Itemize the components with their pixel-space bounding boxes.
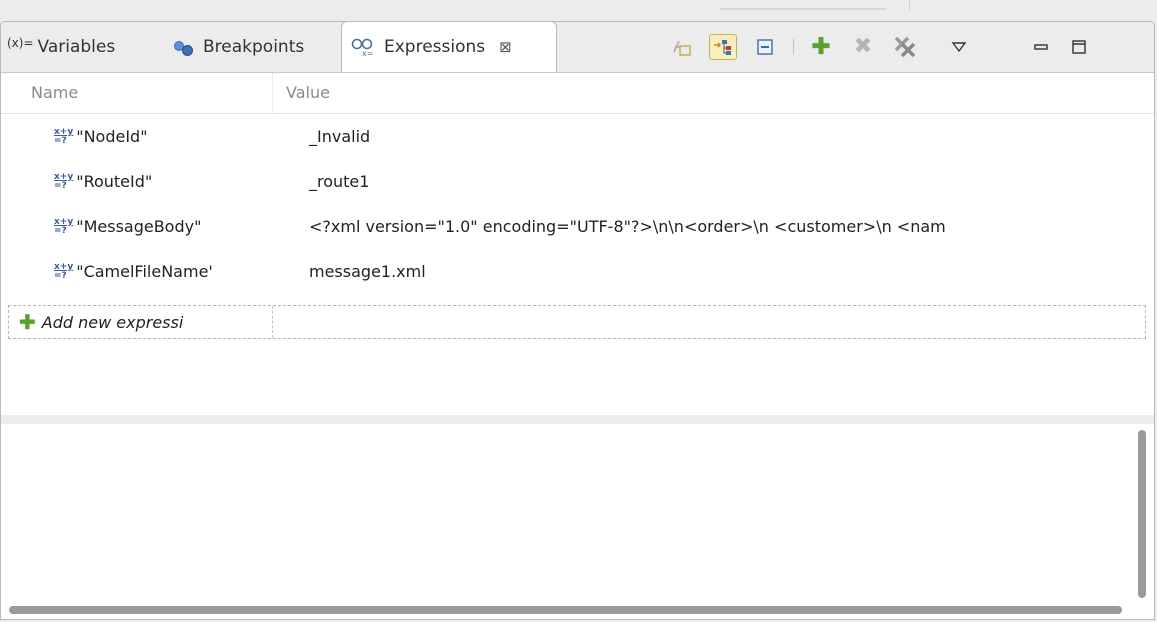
add-row-divider: [272, 306, 274, 338]
horizontal-scrollbar[interactable]: [9, 606, 1122, 614]
plus-icon: ✚: [811, 33, 831, 60]
expression-row[interactable]: x+y =? "NodeId" _Invalid: [1, 114, 1154, 159]
expressions-icon: x=: [351, 38, 373, 57]
expression-value: _Invalid: [309, 127, 371, 146]
add-new-expression-row[interactable]: ✚ Add new expressi: [8, 305, 1146, 339]
minimize-button[interactable]: [1027, 34, 1055, 60]
show-logical-structure-button[interactable]: [709, 34, 737, 60]
breakpoints-icon: [171, 39, 197, 56]
logical-structure-icon: [714, 40, 731, 55]
column-header-name[interactable]: Name: [31, 73, 78, 113]
maximize-button[interactable]: [1065, 34, 1093, 60]
svg-text:x=: x=: [362, 49, 373, 57]
remove-all-button[interactable]: [891, 34, 919, 60]
expression-row[interactable]: x+y =? "MessageBody" <?xml version="1.0" …: [1, 204, 1154, 249]
view-menu-button[interactable]: [945, 34, 973, 60]
type-names-icon: [673, 40, 691, 56]
expression-name: "NodeId": [76, 127, 148, 146]
watch-expression-icon: x+y =?: [54, 261, 74, 281]
column-header: Name Value: [1, 73, 1154, 114]
tab-expressions-label: Expressions: [384, 37, 486, 57]
collapse-all-button[interactable]: [751, 34, 779, 60]
add-new-expression-label: Add new expressi: [41, 312, 184, 332]
remove-all-icon: [894, 36, 916, 58]
column-header-value[interactable]: Value: [286, 73, 330, 113]
watch-expression-icon: x+y =?: [54, 216, 74, 236]
expression-value: _route1: [309, 172, 370, 191]
tab-breakpoints-label: Breakpoints: [203, 37, 305, 57]
watch-expression-icon: x+y =?: [54, 171, 74, 191]
expression-name: "CamelFileName': [76, 262, 213, 281]
tab-bar: (x)= Variables Breakpoints x= Expression…: [1, 22, 1154, 73]
tab-breakpoints[interactable]: Breakpoints: [171, 22, 304, 72]
expression-name: "MessageBody": [76, 217, 202, 236]
expression-list: x+y =? "NodeId" _Invalid x+y =? "RouteId" …: [1, 114, 1154, 294]
column-divider[interactable]: [272, 73, 273, 113]
show-type-names-button[interactable]: [667, 34, 695, 60]
detail-pane[interactable]: [1, 424, 1154, 619]
tab-variables-label: Variables: [37, 37, 116, 57]
expression-row[interactable]: x+y =? "CamelFileName' message1.xml: [1, 249, 1154, 294]
add-watch-expression-button[interactable]: ✚: [807, 34, 835, 60]
close-icon[interactable]: ⊠: [499, 38, 512, 56]
vertical-scrollbar[interactable]: [1138, 430, 1146, 598]
expressions-view: (x)= Variables Breakpoints x= Expression…: [0, 21, 1155, 620]
remove-icon: ✖: [853, 34, 873, 59]
collapse-all-icon: [757, 39, 773, 55]
top-strip: [0, 0, 1157, 22]
expression-value: <?xml version="1.0" encoding="UTF-8"?>\n…: [309, 217, 946, 236]
triangle-down-icon: [951, 42, 967, 53]
expression-name: "RouteId": [76, 172, 153, 191]
remove-selected-button[interactable]: ✖: [849, 34, 877, 60]
expression-row[interactable]: x+y =? "RouteId" _route1: [1, 159, 1154, 204]
maximize-icon: [1072, 40, 1086, 54]
plus-icon: ✚: [19, 310, 36, 334]
tab-expressions[interactable]: x= Expressions ⊠: [341, 22, 557, 72]
minimize-icon: [1034, 44, 1048, 50]
top-strip-sliver: [720, 8, 886, 10]
tab-variables[interactable]: (x)= Variables: [7, 22, 115, 72]
top-strip-divider: [909, 0, 910, 10]
variables-icon: (x)=: [7, 36, 34, 50]
watch-expression-icon: x+y =?: [54, 126, 74, 146]
sash[interactable]: [1, 415, 1154, 424]
expression-value: message1.xml: [309, 262, 426, 281]
toolbar-separator: [793, 39, 794, 55]
